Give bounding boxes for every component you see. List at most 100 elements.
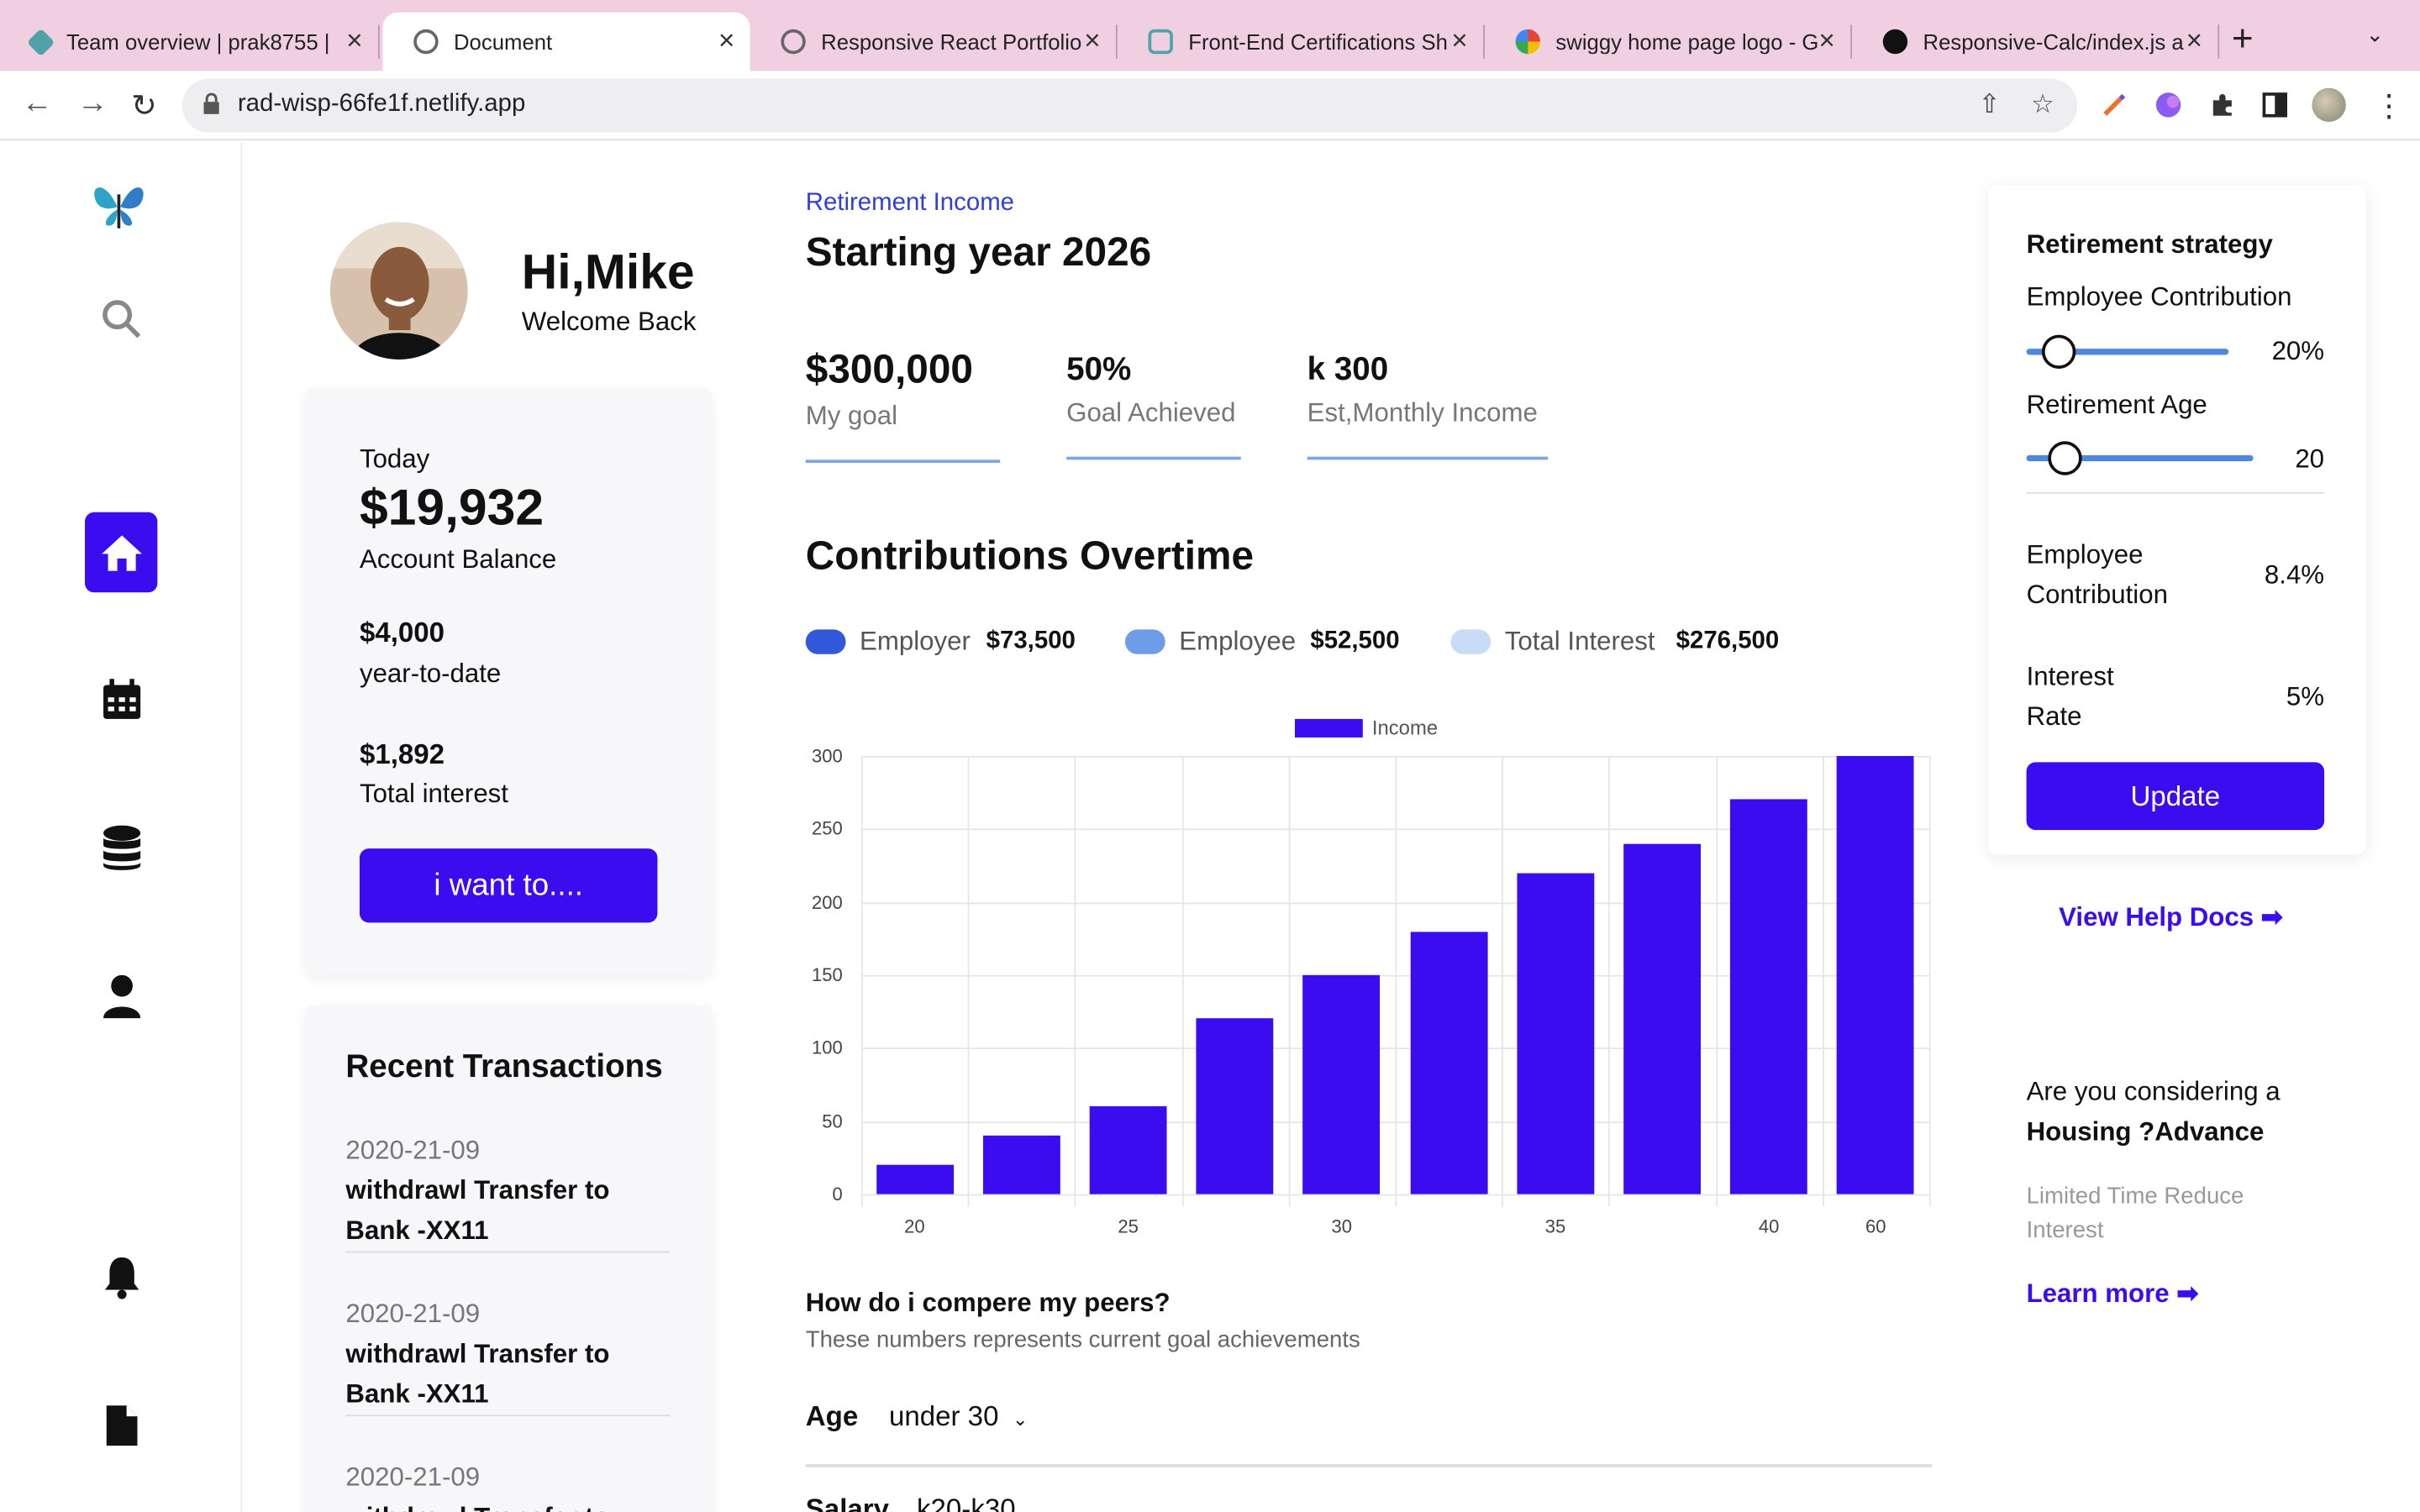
tab-title: Front-End Certifications Sh (1188, 29, 1448, 55)
tab-title: Document (453, 29, 553, 55)
transaction-desc: withdrawl Transfer to (345, 1339, 610, 1369)
color-extension-icon[interactable] (2154, 91, 2182, 118)
stat-underline (1307, 456, 1549, 460)
salary-select-value: k20-k30 (916, 1493, 1016, 1512)
address-bar[interactable]: rad-wisp-66fe1f.netlify.app ⇧ ☆ (182, 78, 2078, 133)
grid-line (1075, 755, 1076, 1207)
close-tab-icon[interactable]: × (2186, 26, 2202, 54)
side-panel-icon[interactable] (2261, 91, 2289, 118)
netlify-icon (26, 27, 55, 56)
slider-handle[interactable] (2041, 334, 2076, 369)
tab-portfolio[interactable]: Responsive React Portfolio × (750, 13, 1116, 71)
age-label: Age (805, 1400, 859, 1432)
tab-search-chevron-icon[interactable]: ⌄ (2366, 22, 2385, 48)
lock-icon (203, 92, 219, 114)
learn-more-link[interactable]: Learn more ➡ (2027, 1279, 2199, 1310)
age-select[interactable]: under 30 ⌄ (889, 1401, 1028, 1434)
sidebar-calendar[interactable] (85, 660, 157, 741)
back-arrow-icon[interactable]: ← (22, 87, 53, 122)
ytd-amount: $4,000 (359, 617, 445, 648)
interest-label: Total interest (359, 779, 508, 809)
tab-google-search[interactable]: swiggy home page logo - G × (1485, 13, 1850, 71)
chart-bar (1410, 931, 1487, 1194)
calendar-icon (103, 679, 140, 719)
x-tick-label: 20 (904, 1215, 925, 1238)
chart-bar (1517, 873, 1594, 1194)
row2-value: 5% (2286, 681, 2325, 711)
slider-handle[interactable] (2048, 441, 2082, 475)
profile-avatar-icon[interactable] (2312, 87, 2346, 123)
sidebar-database[interactable] (85, 808, 157, 889)
y-tick-label: 100 (812, 1037, 843, 1059)
transaction-desc: Bank -XX11 (345, 1379, 489, 1409)
close-tab-icon[interactable]: × (1451, 26, 1467, 54)
close-tab-icon[interactable]: × (346, 26, 362, 54)
contributions-title: Contributions Overtime (805, 532, 1255, 579)
retirement-label: Retirement Income (805, 189, 1015, 217)
transactions-card: Recent Transactions 2020-21-09 withdrawl… (305, 1005, 712, 1512)
tab-document[interactable]: Document × (382, 12, 750, 71)
grid-line (1928, 755, 1931, 1207)
sidebar-notifications[interactable] (85, 1237, 157, 1318)
tab-team-overview[interactable]: Team overview | prak8755 | × (0, 13, 378, 71)
grid-line (1395, 755, 1397, 1207)
slider2-label: Retirement Age (2026, 390, 2207, 420)
avatar (330, 222, 468, 360)
divider (345, 1415, 671, 1417)
chart-bar (1623, 843, 1701, 1194)
interest-amount: $1,892 (359, 738, 445, 770)
update-button[interactable]: Update (2026, 762, 2325, 831)
divider (2026, 491, 2325, 494)
bookmark-star-icon[interactable]: ☆ (2031, 90, 2054, 121)
i-want-to-button[interactable]: i want to.... (359, 848, 658, 923)
butterfly-logo-icon[interactable] (90, 173, 149, 238)
reload-icon[interactable]: ↻ (131, 87, 157, 125)
share-icon[interactable]: ⇧ (1979, 90, 2001, 121)
forward-arrow-icon[interactable]: → (77, 87, 108, 122)
transactions-title: Recent Transactions (345, 1048, 663, 1085)
sidebar-profile[interactable] (85, 957, 157, 1037)
url-text: rad-wisp-66fe1f.netlify.app (237, 91, 526, 118)
sidebar-search[interactable] (85, 279, 157, 360)
promo-sub1: Limited Time Reduce (2026, 1183, 2244, 1210)
retirement-strategy-panel: Retirement strategy Employee Contributio… (1987, 185, 2366, 855)
sidebar-home[interactable] (85, 512, 158, 593)
stat-value: 50% (1066, 351, 1132, 388)
tab-certifications[interactable]: Front-End Certifications Sh × (1118, 13, 1483, 71)
divider (345, 1251, 671, 1253)
search-icon (102, 300, 140, 339)
balance-label: Account Balance (359, 544, 557, 575)
transaction-date: 2020-21-09 (345, 1135, 481, 1165)
salary-select[interactable]: k20-k30 (917, 1494, 1016, 1512)
welcome-text: Welcome Back (521, 307, 697, 337)
close-tab-icon[interactable]: × (1819, 26, 1835, 54)
slider1-label: Employee Contribution (2026, 282, 2292, 312)
new-tab-icon[interactable]: + (2232, 18, 2254, 61)
chart-legend-label: Income (1371, 716, 1439, 739)
puzzle-extensions-icon[interactable] (2208, 91, 2236, 118)
grid-line (1608, 755, 1611, 1207)
pen-extension-icon[interactable] (2101, 91, 2128, 118)
close-tab-icon[interactable]: × (1084, 26, 1100, 54)
stat-label: Est,Monthly Income (1307, 397, 1538, 428)
promo-line2: Housing ?Advance (2026, 1116, 2265, 1147)
google-icon (1515, 29, 1541, 55)
user-icon (103, 974, 140, 1019)
legend-swatch (1450, 629, 1491, 654)
sidebar-documents[interactable] (85, 1385, 157, 1466)
globe-icon (413, 29, 439, 55)
legend-name: Employee (1179, 626, 1297, 656)
y-tick-label: 150 (812, 963, 843, 986)
legend-swatch (1124, 629, 1165, 654)
file-icon (105, 1405, 137, 1446)
tab-github[interactable]: Responsive-Calc/index.js a × (1852, 13, 2217, 71)
transaction-date: 2020-21-09 (345, 1299, 481, 1329)
close-tab-icon[interactable]: × (718, 26, 734, 54)
menu-dots-icon[interactable]: ⋮ (2374, 87, 2405, 125)
view-help-docs-link[interactable]: View Help Docs ➡ (2059, 902, 2283, 933)
stat-value: $300,000 (805, 345, 973, 392)
promo-line1: Are you considering a (2026, 1077, 2281, 1106)
tab-title: Responsive-Calc/index.js a (1923, 29, 2184, 55)
today-label: Today (359, 444, 430, 474)
tab-title: Responsive React Portfolio (821, 29, 1082, 55)
